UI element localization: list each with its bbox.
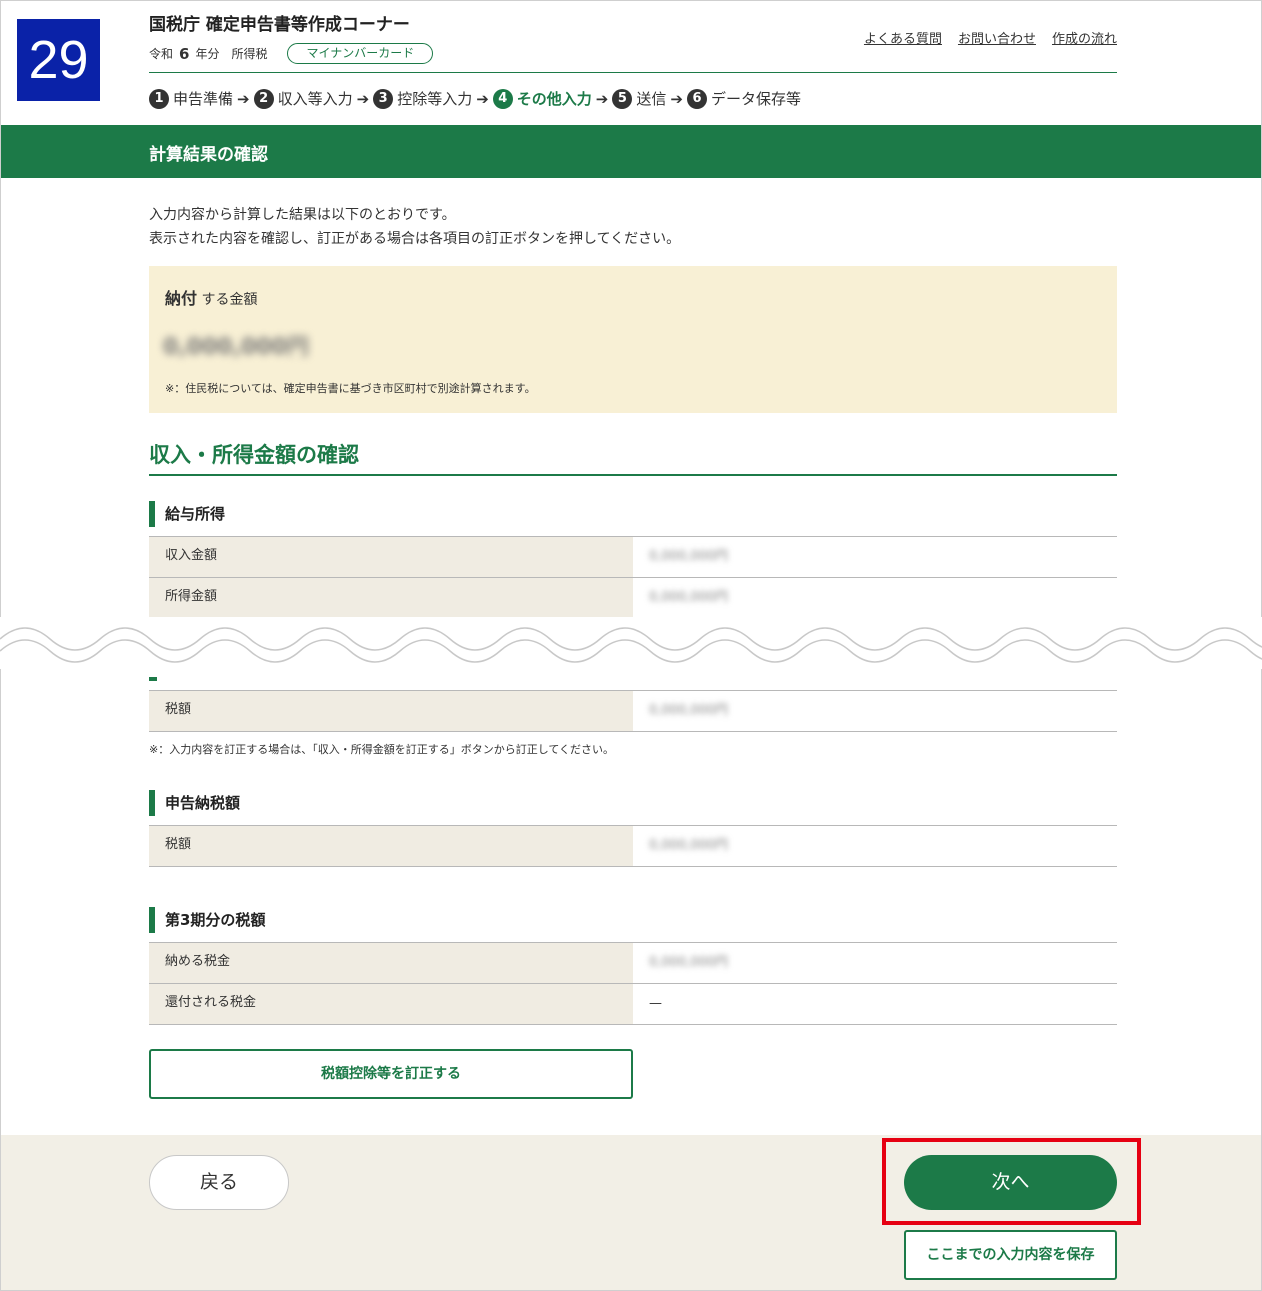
income-tax-table: 税額 0,000,000円	[149, 690, 1117, 732]
arrow-right-icon: ➔	[476, 89, 489, 108]
step-label: データ保存等	[710, 90, 801, 108]
step-number-icon: 2	[253, 88, 274, 109]
save-progress-button[interactable]: ここまでの入力内容を保存	[904, 1230, 1117, 1280]
row-value: 0,000,000円	[649, 590, 729, 605]
row-value: 0,000,000円	[649, 955, 729, 970]
section-marker	[149, 677, 157, 681]
payment-label-bold: 納付	[165, 289, 198, 308]
declared-tax-heading: 申告納税額	[149, 790, 240, 816]
table-row: 還付される税金 —	[149, 984, 1117, 1025]
arrow-right-icon: ➔	[595, 89, 609, 108]
progress-step-6: 6 データ保存等	[686, 88, 801, 109]
payment-summary-box: 納付 する金額 0,000,000円 ※：住民税については、確定申告書に基づき市…	[149, 266, 1117, 413]
progress-step-2: 2 収入等入力	[253, 88, 353, 109]
row-value: 0,000,000円	[649, 549, 729, 564]
progress-step-3: 3 控除等入力	[373, 88, 472, 109]
step-label: 送信	[636, 90, 667, 108]
contact-link[interactable]: お問い合わせ	[958, 28, 1036, 47]
step-label: 申告準備	[173, 90, 234, 108]
row-value: 0,000,000円	[649, 703, 729, 718]
row-label: 税額	[149, 691, 633, 731]
intro-text: 入力内容から計算した結果は以下のとおりです。 表示された内容を確認し、訂正がある…	[149, 203, 680, 251]
arrow-right-icon: ➔	[670, 89, 683, 108]
page-heading: 計算結果の確認	[149, 145, 268, 165]
declared-tax-table: 税額 0,000,000円	[149, 825, 1117, 867]
table-row: 収入金額 0,000,000円	[149, 537, 1117, 578]
year-value: 6	[179, 44, 190, 63]
payment-label: 納付 する金額	[165, 285, 257, 309]
back-button[interactable]: 戻る	[149, 1155, 289, 1210]
table-row: 税額 0,000,000円	[149, 826, 1117, 867]
header-links: よくある質問 お問い合わせ 作成の流れ	[864, 28, 1117, 47]
year-suffix: 年分	[195, 47, 220, 61]
row-label: 納める税金	[149, 943, 633, 983]
table-row: 納める税金 0,000,000円	[149, 943, 1117, 984]
step-number-badge: 29	[17, 19, 100, 101]
payment-amount: 0,000,000円	[163, 335, 309, 360]
row-value: 0,000,000円	[649, 838, 729, 853]
income-correction-note: ※：入力内容を訂正する場合は、「収入・所得金額を訂正する」ボタンから訂正してくだ…	[149, 743, 615, 756]
salary-income-table: 収入金額 0,000,000円 所得金額 0,000,000円	[149, 536, 1117, 619]
arrow-right-icon: ➔	[356, 89, 370, 108]
site-title: 国税庁 確定申告書等作成コーナー	[149, 15, 410, 35]
arrow-right-icon: ➔	[237, 89, 250, 108]
flow-link[interactable]: 作成の流れ	[1052, 28, 1117, 47]
faq-link[interactable]: よくある質問	[864, 28, 942, 47]
next-button[interactable]: 次へ	[904, 1155, 1117, 1210]
row-value: —	[649, 996, 662, 1011]
intro-line-2: 表示された内容を確認し、訂正がある場合は各項目の訂正ボタンを押してください。	[149, 231, 681, 247]
step-label: 収入等入力	[277, 90, 353, 108]
table-row: 所得金額 0,000,000円	[149, 578, 1117, 619]
row-label: 還付される税金	[149, 984, 633, 1024]
step-number-icon: 5	[612, 88, 633, 109]
era-label: 令和	[149, 47, 174, 61]
table-row: 税額 0,000,000円	[149, 691, 1117, 732]
payment-label-rest: する金額	[197, 292, 258, 308]
progress-step-5: 5 送信	[612, 88, 666, 109]
tax-year-row: 令和 6 年分 所得税 マイナンバーカード	[149, 43, 434, 64]
row-label: 収入金額	[149, 537, 633, 577]
step-label: その他入力	[516, 90, 592, 108]
progress-step-4-active: 4 その他入力	[492, 88, 592, 109]
fix-tax-credit-button[interactable]: 税額控除等を訂正する	[149, 1049, 633, 1099]
step-number-icon: 1	[149, 88, 169, 109]
income-section-divider	[149, 474, 1117, 476]
omission-wave-divider	[0, 617, 1262, 669]
income-section-title: 収入・所得金額の確認	[149, 443, 359, 467]
step-number-icon: 6	[686, 88, 707, 109]
salary-income-heading: 給与所得	[149, 501, 225, 527]
step-number-icon: 3	[373, 88, 394, 109]
third-period-table: 納める税金 0,000,000円 還付される税金 —	[149, 942, 1117, 1025]
row-label: 税額	[149, 826, 633, 866]
progress-steps: 1 申告準備 ➔ 2 収入等入力 ➔ 3 控除等入力 ➔ 4 その他入力 ➔ 5…	[149, 88, 801, 109]
third-period-heading: 第3期分の税額	[149, 907, 265, 933]
intro-line-1: 入力内容から計算した結果は以下のとおりです。	[149, 207, 456, 223]
header-divider	[149, 72, 1117, 73]
mynumber-card-badge: マイナンバーカード	[287, 43, 434, 64]
step-label: 控除等入力	[397, 90, 473, 108]
tax-type: 所得税	[231, 47, 268, 61]
progress-step-1: 1 申告準備	[149, 88, 233, 109]
step-number-icon: 4	[492, 88, 513, 109]
payment-note: ※：住民税については、確定申告書に基づき市区町村で別途計算されます。	[165, 382, 536, 395]
row-label: 所得金額	[149, 578, 633, 618]
page-heading-bar: 計算結果の確認	[1, 125, 1261, 178]
